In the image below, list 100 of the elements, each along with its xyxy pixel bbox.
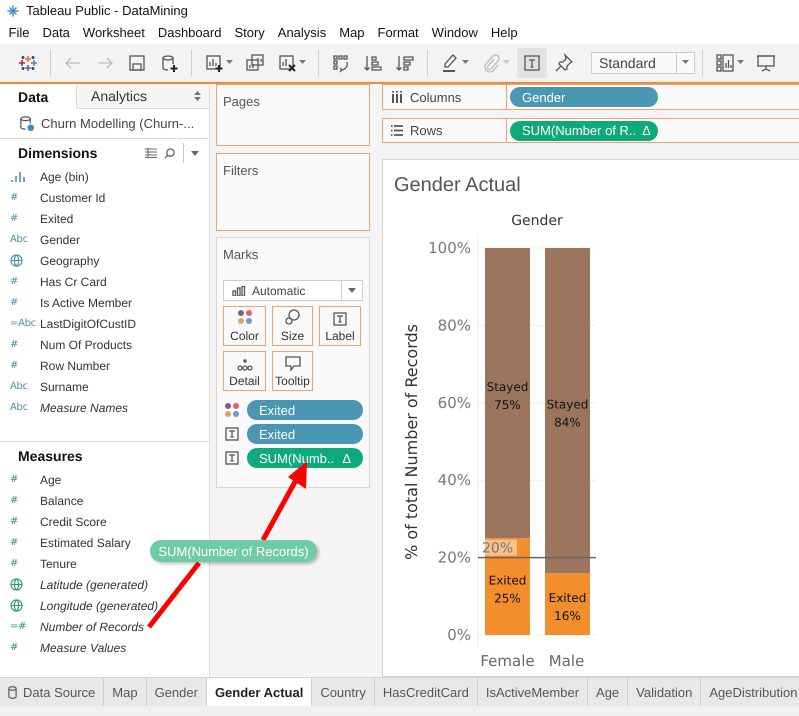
field-name[interactable]: Customer Id (40, 190, 106, 205)
caret-icon (682, 60, 689, 66)
marks-card-button[interactable]: Detail (223, 351, 266, 392)
marks-card-button[interactable]: Size (272, 306, 313, 346)
sheet-tab[interactable]: IsActiveMember (478, 678, 588, 706)
shelf-label: Rows (410, 123, 443, 138)
shelf-label: Columns (410, 90, 462, 104)
text-box-button[interactable] (517, 48, 547, 78)
sheet-tab[interactable]: AgeDistribution (701, 678, 799, 706)
data-type-icon: # (10, 537, 18, 548)
data-type-icon: Abc (10, 402, 28, 414)
bar-segment[interactable] (545, 573, 590, 636)
menu-item[interactable]: Story (228, 23, 272, 42)
menu-item[interactable]: File (2, 23, 36, 42)
menu-item[interactable]: Help (484, 23, 524, 42)
data-type-icon: =Abc (10, 318, 36, 330)
field-name[interactable]: Has Cr Card (40, 274, 107, 289)
axis-title: % of total Number of Records (402, 324, 421, 560)
field-name[interactable]: Num Of Products (40, 338, 132, 352)
sheet-tab[interactable]: Map (104, 678, 147, 706)
pages-shelf[interactable]: Pages (216, 84, 370, 146)
caret-icon (503, 60, 510, 66)
axis-tick-label: 0% (447, 626, 471, 644)
duplicate-sheet-icon (245, 52, 265, 73)
globe-icon (10, 254, 23, 268)
caret-icon (299, 60, 306, 66)
data-type-icon: # (10, 297, 18, 308)
axis-tick-label: 60% (438, 394, 471, 412)
fit-dropdown[interactable]: Standard (591, 52, 695, 74)
caret-icon (191, 150, 199, 156)
datasource-icon (18, 115, 35, 132)
window-title: Tableau Public - DataMining (26, 3, 188, 18)
database-icon (8, 686, 17, 699)
sheet-tab[interactable]: Data Source (0, 678, 104, 706)
field-name[interactable]: Balance (40, 494, 84, 508)
marks-card-button[interactable]: Color (223, 306, 266, 346)
field-name[interactable]: Estimated Salary (40, 536, 131, 550)
field-name[interactable]: Row Number (40, 358, 110, 373)
mark-type-dropdown[interactable]: Automatic (223, 280, 363, 302)
field-name[interactable]: Geography (40, 254, 100, 268)
bar-mark-icon (232, 286, 246, 296)
filters-shelf[interactable]: Filters (216, 153, 370, 232)
field-name[interactable]: Credit Score (40, 514, 107, 529)
marks-title: Marks (223, 247, 258, 262)
field-name[interactable]: Tenure (40, 556, 77, 571)
bar-label: Stayed 75% (486, 380, 528, 412)
menu-item[interactable]: Map (332, 23, 371, 42)
field-name[interactable]: Number of Records (40, 620, 144, 634)
columns-icon (391, 91, 403, 103)
field-name[interactable]: LastDigitOfCustID (40, 316, 136, 331)
marks-card-button[interactable]: Tooltip (272, 351, 313, 392)
bar-label: Stayed 84% (546, 398, 588, 430)
menu-item[interactable]: Worksheet (76, 23, 152, 42)
detail-icon (236, 359, 254, 372)
field-name[interactable]: Age (bin) (40, 170, 89, 184)
field-name[interactable]: Exited (40, 212, 74, 226)
sheet-tab[interactable]: Country (312, 678, 375, 706)
marks-card-button[interactable]: Label (319, 306, 361, 346)
shelf[interactable]: Columns Gender (382, 84, 799, 110)
sheet-tab[interactable]: Validation (628, 678, 702, 706)
datasource-name[interactable]: Churn Modelling (Churn-... (41, 116, 194, 132)
data-type-icon: # (10, 495, 18, 506)
list-view-icon (145, 148, 157, 158)
field-name[interactable]: Measure Values (40, 640, 126, 655)
text-box-icon (522, 52, 542, 73)
caret-icon (462, 60, 469, 66)
sheet-tab[interactable]: HasCreditCard (374, 678, 478, 706)
data-type-icon: # (10, 339, 18, 350)
field-name[interactable]: Longitude (generated) (40, 598, 158, 613)
field-name[interactable]: Measure Names (40, 400, 128, 415)
field-name[interactable]: Age (40, 472, 62, 487)
clear-sheet-icon (277, 52, 297, 73)
pin-icon (554, 52, 574, 73)
field-name[interactable]: Latitude (generated) (40, 578, 148, 592)
menu-item[interactable]: Analysis (271, 23, 333, 42)
show-me-icon (715, 52, 735, 73)
bar-segment[interactable] (485, 538, 530, 636)
axis-tick-label: 40% (438, 471, 471, 490)
section-title: Dimensions (18, 145, 98, 162)
menu-item[interactable]: Window (425, 23, 484, 42)
pane-tab[interactable]: Data (0, 84, 76, 110)
field-name[interactable]: Surname (40, 380, 89, 394)
shelf[interactable]: Rows SUM(Number of R.. Δ (382, 118, 799, 144)
pane-tab[interactable]: Analytics (76, 84, 209, 110)
data-type-icon: Abc (10, 234, 28, 246)
menu-item[interactable]: Format (371, 23, 426, 42)
category-label: Female (480, 652, 535, 670)
sheet-tab[interactable]: Gender Actual (206, 678, 312, 706)
globe-icon (10, 578, 23, 592)
field-name[interactable]: Gender (40, 232, 80, 247)
caret-icon (226, 60, 233, 66)
data-type-icon: Abc (10, 381, 28, 392)
sheet-tab[interactable]: Age (588, 678, 628, 706)
menu-item[interactable]: Data (36, 23, 76, 42)
menu-item[interactable]: Dashboard (151, 23, 228, 42)
field-name[interactable]: Is Active Member (40, 296, 132, 310)
data-type-icon: # (10, 360, 18, 372)
axis-tick-label: 100% (428, 239, 471, 258)
data-type-icon: # (10, 642, 18, 654)
section-title: Measures (18, 448, 84, 464)
